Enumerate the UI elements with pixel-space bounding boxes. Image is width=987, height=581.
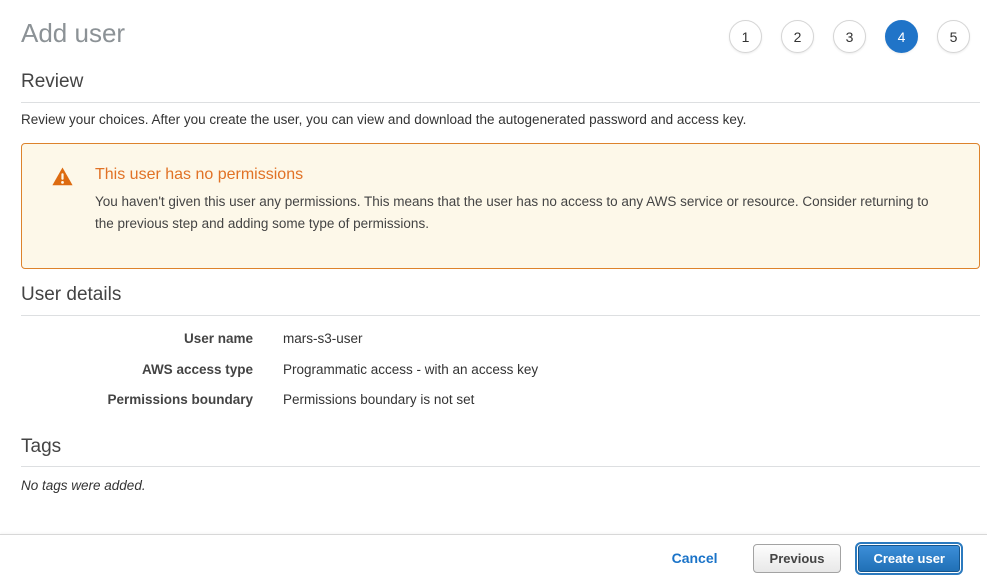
tags-heading: Tags bbox=[21, 436, 980, 467]
wizard-step-4-active: 4 bbox=[885, 20, 918, 53]
wizard-step-2: 2 bbox=[781, 20, 814, 53]
review-description: Review your choices. After you create th… bbox=[21, 112, 980, 128]
wizard-step-1: 1 bbox=[729, 20, 762, 53]
tags-section: Tags No tags were added. bbox=[21, 436, 980, 493]
detail-label: AWS access type bbox=[21, 362, 253, 377]
review-section: Review Review your choices. After you cr… bbox=[21, 71, 980, 128]
wizard-header: Add user 1 2 3 4 5 bbox=[0, 0, 987, 53]
detail-row-permissions-boundary: Permissions boundary Permissions boundar… bbox=[21, 392, 980, 407]
detail-row-access-type: AWS access type Programmatic access - wi… bbox=[21, 362, 980, 377]
wizard-content: Review Review your choices. After you cr… bbox=[21, 71, 980, 493]
detail-value: Programmatic access - with an access key bbox=[283, 362, 538, 377]
user-details-section: User details User name mars-s3-user AWS … bbox=[21, 284, 980, 407]
detail-value: Permissions boundary is not set bbox=[283, 392, 474, 407]
warning-title: This user has no permissions bbox=[95, 165, 943, 185]
review-heading: Review bbox=[21, 71, 980, 103]
tags-empty-note: No tags were added. bbox=[21, 478, 980, 493]
no-permissions-warning: This user has no permissions You haven't… bbox=[21, 143, 980, 269]
detail-row-user-name: User name mars-s3-user bbox=[21, 331, 980, 346]
warning-triangle-icon bbox=[52, 167, 73, 191]
warning-body: You haven't given this user any permissi… bbox=[95, 191, 943, 234]
user-details-heading: User details bbox=[21, 284, 980, 316]
wizard-step-3: 3 bbox=[833, 20, 866, 53]
previous-button[interactable]: Previous bbox=[753, 544, 842, 573]
wizard-step-indicator: 1 2 3 4 5 bbox=[710, 20, 970, 53]
detail-value: mars-s3-user bbox=[283, 331, 363, 346]
create-user-button-focus-ring: Create user bbox=[855, 542, 963, 575]
detail-label: Permissions boundary bbox=[21, 392, 253, 407]
page-title: Add user bbox=[21, 16, 125, 50]
wizard-footer: Cancel Previous Create user bbox=[0, 534, 987, 581]
user-details-rows: User name mars-s3-user AWS access type P… bbox=[21, 331, 980, 407]
warning-text-block: This user has no permissions You haven't… bbox=[95, 165, 943, 234]
create-user-button[interactable]: Create user bbox=[858, 545, 960, 572]
add-user-wizard: Add user 1 2 3 4 5 Review Review your ch… bbox=[0, 0, 987, 581]
detail-label: User name bbox=[21, 331, 253, 346]
wizard-step-5: 5 bbox=[937, 20, 970, 53]
cancel-link[interactable]: Cancel bbox=[672, 550, 718, 566]
